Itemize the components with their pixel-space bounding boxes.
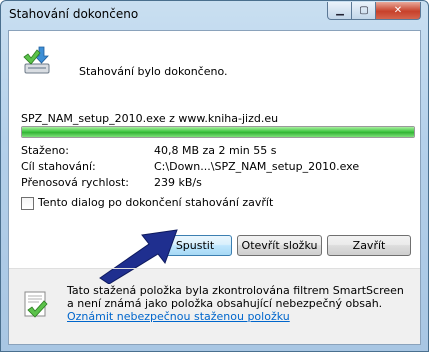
close-on-complete-label[interactable]: Tento dialog po dokončení stahování zavř… [38,196,273,209]
transfer-rate-label: Přenosová rychlost: [21,176,129,189]
pointer-arrow-icon [99,229,178,284]
downloaded-label: Staženo: [21,144,69,157]
progress-bar [21,126,415,138]
download-info-area: Stahování bylo dokončeno. SPZ_NAM_setup_… [9,31,420,284]
download-complete-icon [23,46,50,74]
download-complete-window: Stahování dokončeno ▁ ▢ ✕ Stahování bylo… [0,0,429,352]
maximize-icon: ▢ [359,5,369,16]
report-unsafe-download-link[interactable]: Oznámit nebezpečnou staženou položku [67,310,290,323]
close-on-complete-checkbox[interactable] [21,197,34,210]
minimize-icon: ▁ [336,5,344,16]
close-icon: ✕ [393,5,403,16]
progress-fill [22,127,414,137]
smartscreen-message: Tato stažená položka byla zkontrolována … [67,284,412,323]
minimize-button[interactable]: ▁ [327,2,353,20]
title-bar[interactable]: Stahování dokončeno ▁ ▢ ✕ [1,1,428,29]
download-heading: Stahování bylo dokončeno. [79,65,228,78]
smartscreen-text: Tato stažená položka byla zkontrolována … [67,284,404,310]
maximize-button[interactable]: ▢ [351,2,377,20]
smartscreen-shield-icon [24,291,48,318]
destination-value: C:\Down...\SPZ_NAM_setup_2010.exe [154,160,360,173]
close-button[interactable]: Zavřít [327,235,411,256]
separator [9,268,420,269]
open-folder-button[interactable]: Otevřít složku [237,235,322,256]
close-window-button[interactable]: ✕ [375,2,421,20]
downloaded-value: 40,8 MB za 2 min 55 s [154,144,277,157]
window-title: Stahování dokončeno [9,7,139,21]
file-name-source: SPZ_NAM_setup_2010.exe z www.kniha-jizd.… [21,112,279,125]
destination-label: Cíl stahování: [21,160,96,173]
transfer-rate-value: 239 kB/s [154,176,202,189]
dialog-body: Stahování bylo dokončeno. SPZ_NAM_setup_… [8,30,421,345]
